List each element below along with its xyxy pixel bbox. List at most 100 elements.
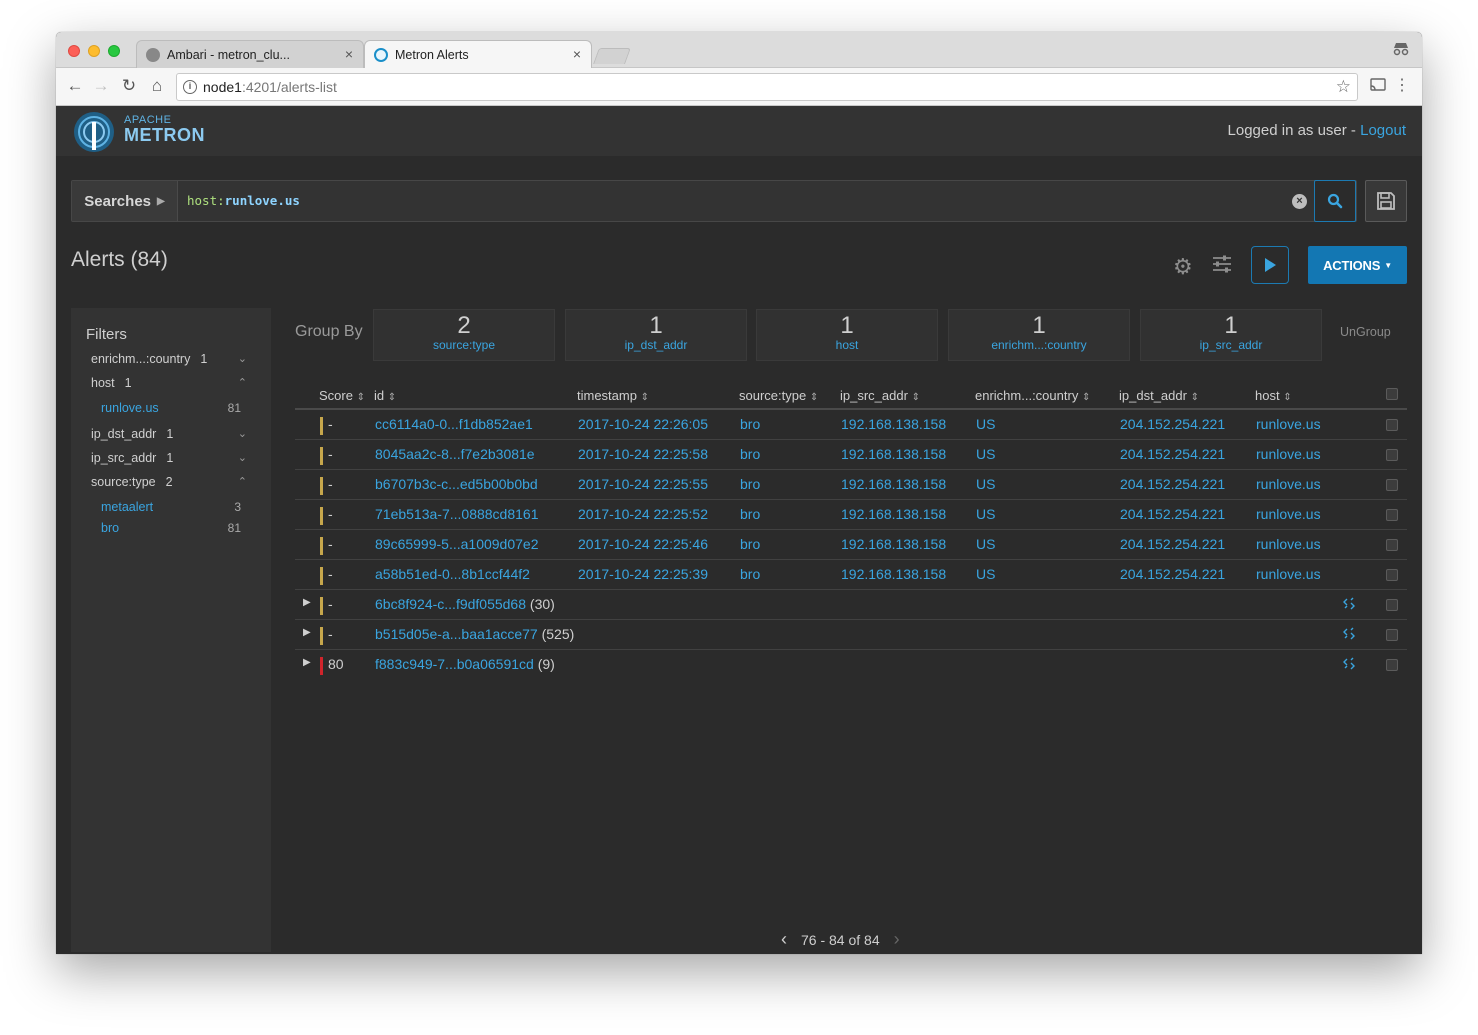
alert-id[interactable]: b6707b3c-c...ed5b00b0bd [375, 476, 538, 492]
row-checkbox[interactable] [1386, 659, 1398, 671]
browser-menu-icon[interactable]: ⋮ [1394, 75, 1410, 95]
expand-caret-icon[interactable]: ▶ [303, 657, 311, 668]
filter-value-bro[interactable]: bro 81 [101, 521, 241, 539]
alert-timestamp[interactable]: 2017-10-24 22:25:46 [578, 536, 708, 552]
filter-facet-ip-dst[interactable]: ip_dst_addr 1 ⌄ [91, 427, 261, 447]
alert-ip-dst[interactable]: 204.152.254.221 [1120, 536, 1225, 552]
meta-alert-id[interactable]: 6bc8f924-c...f9df055d68 (30) [375, 596, 555, 612]
chevron-down-icon[interactable]: ⌄ [238, 427, 247, 440]
alert-id[interactable]: 8045aa2c-8...f7e2b3081e [375, 446, 535, 462]
close-window-button[interactable] [68, 45, 80, 57]
searches-button[interactable]: Searches ▶ [72, 181, 178, 221]
tab-metron-alerts[interactable]: Metron Alerts × [364, 40, 592, 68]
select-all-checkbox[interactable] [1386, 388, 1398, 400]
row-checkbox[interactable] [1386, 569, 1398, 581]
alert-host[interactable]: runlove.us [1256, 476, 1321, 492]
filter-facet-source-type[interactable]: source:type 2 ⌃ [91, 475, 261, 495]
address-bar[interactable]: i node1:4201/alerts-list ☆ [176, 73, 1358, 101]
table-row[interactable]: - 89c65999-5...a1009d07e2 2017-10-24 22:… [295, 530, 1407, 560]
expand-caret-icon[interactable]: ▶ [303, 627, 311, 638]
column-header-timestamp[interactable]: timestamp ⇕ [577, 388, 649, 403]
column-header-score[interactable]: Score ⇕ [319, 388, 365, 403]
row-checkbox[interactable] [1386, 419, 1398, 431]
alert-ip-src[interactable]: 192.168.138.158 [841, 566, 946, 582]
alert-country[interactable]: US [976, 536, 995, 552]
alert-ip-dst[interactable]: 204.152.254.221 [1120, 566, 1225, 582]
expand-caret-icon[interactable]: ▶ [303, 597, 311, 608]
logout-link[interactable]: Logout [1360, 122, 1406, 139]
row-checkbox[interactable] [1386, 629, 1398, 641]
alert-timestamp[interactable]: 2017-10-24 22:26:05 [578, 416, 708, 432]
chevron-right-icon[interactable]: › [894, 929, 900, 950]
alert-ip-src[interactable]: 192.168.138.158 [841, 416, 946, 432]
alert-timestamp[interactable]: 2017-10-24 22:25:39 [578, 566, 708, 582]
alert-country[interactable]: US [976, 446, 995, 462]
chevron-left-icon[interactable]: ‹ [781, 929, 787, 950]
minimize-window-button[interactable] [88, 45, 100, 57]
chevron-up-icon[interactable]: ⌃ [238, 475, 247, 488]
row-checkbox[interactable] [1386, 539, 1398, 551]
alert-country[interactable]: US [976, 566, 995, 582]
table-row[interactable]: - 8045aa2c-8...f7e2b3081e 2017-10-24 22:… [295, 440, 1407, 470]
alert-country[interactable]: US [976, 506, 995, 522]
alert-ip-dst[interactable]: 204.152.254.221 [1120, 416, 1225, 432]
alert-source-type[interactable]: bro [740, 536, 760, 552]
alert-id[interactable]: 71eb513a-7...0888cd8161 [375, 506, 538, 522]
column-header-id[interactable]: id ⇕ [374, 388, 396, 403]
bookmark-star-icon[interactable]: ☆ [1336, 77, 1351, 97]
alert-ip-dst[interactable]: 204.152.254.221 [1120, 446, 1225, 462]
alert-ip-dst[interactable]: 204.152.254.221 [1120, 506, 1225, 522]
chevron-down-icon[interactable]: ⌄ [238, 451, 247, 464]
row-checkbox[interactable] [1386, 449, 1398, 461]
alert-timestamp[interactable]: 2017-10-24 22:25:55 [578, 476, 708, 492]
alert-ip-src[interactable]: 192.168.138.158 [841, 506, 946, 522]
filter-value-metaalert[interactable]: metaalert 3 [101, 500, 241, 518]
chevron-up-icon[interactable]: ⌃ [238, 376, 247, 389]
alert-ip-src[interactable]: 192.168.138.158 [841, 446, 946, 462]
meta-alert-id[interactable]: f883c949-7...b0a06591cd (9) [375, 656, 555, 672]
unlink-icon[interactable] [1342, 597, 1356, 614]
alert-source-type[interactable]: bro [740, 416, 760, 432]
clear-search-icon[interactable]: × [1292, 194, 1307, 209]
play-button[interactable] [1251, 246, 1289, 284]
search-button[interactable] [1314, 180, 1356, 222]
alert-host[interactable]: runlove.us [1256, 506, 1321, 522]
cast-icon[interactable] [1370, 78, 1386, 95]
alert-id[interactable]: cc6114a0-0...f1db852ae1 [375, 416, 533, 432]
group-by-card-ip-src[interactable]: 1 ip_src_addr [1140, 309, 1322, 361]
unlink-icon[interactable] [1342, 627, 1356, 644]
column-header-country[interactable]: enrichm...:country ⇕ [975, 388, 1090, 403]
alert-source-type[interactable]: bro [740, 446, 760, 462]
info-icon[interactable]: i [183, 80, 197, 94]
group-by-card-host[interactable]: 1 host [756, 309, 938, 361]
row-checkbox[interactable] [1386, 509, 1398, 521]
reload-icon[interactable]: ↻ [118, 76, 140, 96]
actions-dropdown-button[interactable]: ACTIONS ▼ [1308, 246, 1407, 284]
alert-source-type[interactable]: bro [740, 506, 760, 522]
unlink-icon[interactable] [1342, 657, 1356, 674]
filter-facet-host[interactable]: host 1 ⌃ [91, 376, 261, 396]
alert-country[interactable]: US [976, 416, 995, 432]
table-row[interactable]: - a58b51ed-0...8b1ccf44f2 2017-10-24 22:… [295, 560, 1407, 590]
alert-host[interactable]: runlove.us [1256, 416, 1321, 432]
meta-alert-row[interactable]: ▶ - 6bc8f924-c...f9df055d68 (30) [295, 590, 1407, 620]
filter-facet-country[interactable]: enrichm...:country 1 ⌄ [91, 352, 261, 372]
search-input[interactable]: host:runlove.us [187, 193, 300, 208]
meta-alert-row[interactable]: ▶ 80 f883c949-7...b0a06591cd (9) [295, 650, 1407, 680]
alert-timestamp[interactable]: 2017-10-24 22:25:52 [578, 506, 708, 522]
save-search-button[interactable] [1365, 180, 1407, 222]
group-by-card-country[interactable]: 1 enrichm...:country [948, 309, 1130, 361]
group-by-card-source-type[interactable]: 2 source:type [373, 309, 555, 361]
alert-source-type[interactable]: bro [740, 566, 760, 582]
new-tab-button[interactable] [593, 48, 631, 64]
alert-ip-src[interactable]: 192.168.138.158 [841, 476, 946, 492]
tab-close-icon[interactable]: × [345, 46, 353, 62]
alert-ip-dst[interactable]: 204.152.254.221 [1120, 476, 1225, 492]
alert-timestamp[interactable]: 2017-10-24 22:25:58 [578, 446, 708, 462]
sliders-icon[interactable] [1211, 254, 1233, 279]
alert-id[interactable]: a58b51ed-0...8b1ccf44f2 [375, 566, 530, 582]
column-header-ip-dst[interactable]: ip_dst_addr ⇕ [1119, 388, 1199, 403]
meta-alert-row[interactable]: ▶ - b515d05e-a...baa1acce77 (525) [295, 620, 1407, 650]
filter-value-runlove[interactable]: runlove.us 81 [101, 401, 241, 419]
alert-ip-src[interactable]: 192.168.138.158 [841, 536, 946, 552]
